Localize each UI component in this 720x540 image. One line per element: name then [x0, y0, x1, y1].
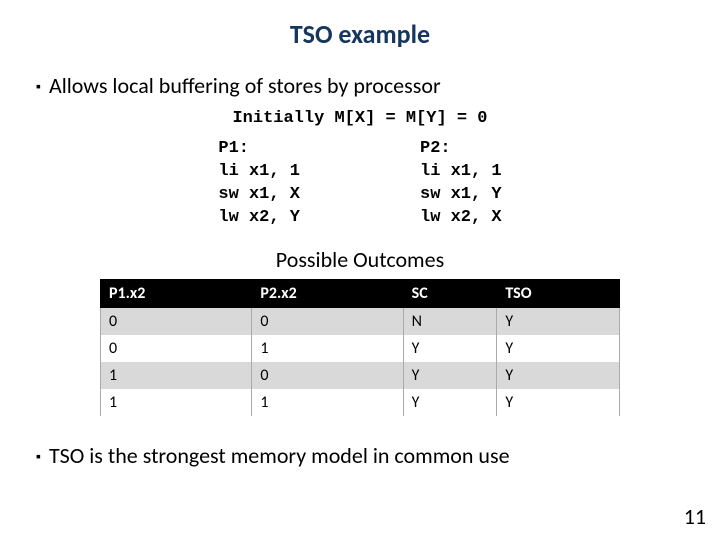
initial-condition: Initially M[X] = M[Y] = 0 [28, 109, 692, 128]
cell: 0 [252, 307, 403, 335]
table-row: 0 0 N Y [101, 307, 620, 335]
cell: Y [497, 307, 620, 335]
p2-line2: sw x1, Y [420, 185, 502, 204]
table-row: 0 1 Y Y [101, 335, 620, 362]
table-header-row: P1.x2 P2.x2 SC TSO [101, 279, 620, 307]
cell: Y [403, 362, 497, 389]
cell: 0 [101, 307, 252, 335]
bullet-text: TSO is the strongest memory model in com… [49, 442, 510, 469]
bullet-icon: ▪ [36, 448, 41, 465]
bullet-item-1: ▪ Allows local buffering of stores by pr… [28, 72, 692, 99]
outcomes-table: P1.x2 P2.x2 SC TSO 0 0 N Y 0 1 Y Y 1 0 Y… [100, 279, 620, 416]
table-row: 1 1 Y Y [101, 389, 620, 416]
cell: 1 [101, 389, 252, 416]
page-number: 11 [684, 503, 706, 530]
cell: Y [497, 362, 620, 389]
cell: N [403, 307, 497, 335]
p2-line3: lw x2, X [420, 208, 502, 227]
cell: 0 [101, 335, 252, 362]
p1-line1: li x1, 1 [218, 162, 300, 181]
code-block-p1: P1: li x1, 1 sw x1, X lw x2, Y [218, 138, 300, 230]
bullet-item-2: ▪ TSO is the strongest memory model in c… [28, 442, 692, 469]
code-block-p2: P2: li x1, 1 sw x1, Y lw x2, X [420, 138, 502, 230]
p1-line2: sw x1, X [218, 185, 300, 204]
p2-line1: li x1, 1 [420, 162, 502, 181]
th-p2x2: P2.x2 [252, 279, 403, 307]
cell: 1 [252, 389, 403, 416]
cell: Y [403, 335, 497, 362]
th-sc: SC [403, 279, 497, 307]
p1-line3: lw x2, Y [218, 208, 300, 227]
bullet-text: Allows local buffering of stores by proc… [49, 72, 441, 99]
p2-label: P2: [420, 139, 451, 158]
cell: 1 [252, 335, 403, 362]
cell: Y [497, 389, 620, 416]
code-columns: P1: li x1, 1 sw x1, X lw x2, Y P2: li x1… [28, 138, 692, 230]
bullet-icon: ▪ [36, 78, 41, 95]
p1-label: P1: [218, 139, 249, 158]
cell: Y [403, 389, 497, 416]
table-row: 1 0 Y Y [101, 362, 620, 389]
cell: 1 [101, 362, 252, 389]
cell: Y [497, 335, 620, 362]
slide-title: TSO example [28, 18, 692, 50]
th-p1x2: P1.x2 [101, 279, 252, 307]
th-tso: TSO [497, 279, 620, 307]
cell: 0 [252, 362, 403, 389]
outcomes-title: Possible Outcomes [28, 246, 692, 273]
